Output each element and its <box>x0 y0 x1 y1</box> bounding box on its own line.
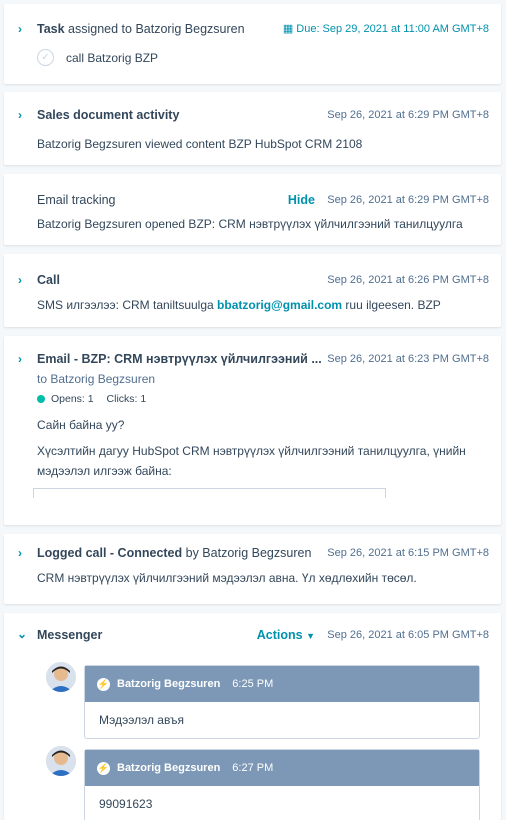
sales-timestamp: Sep 26, 2021 at 6:29 PM GMT+8 <box>327 109 489 121</box>
chevron-down-icon[interactable]: ⌄ <box>17 627 27 641</box>
opens-indicator <box>37 395 45 404</box>
avatar <box>46 662 76 692</box>
tracking-timestamp: Sep 26, 2021 at 6:29 PM GMT+8 <box>327 194 489 206</box>
logged-text: CRM нэвтрүүлэх үйлчилгээний мэдээлэл авн… <box>37 571 417 585</box>
chevron-right-icon[interactable]: › <box>18 22 28 36</box>
call-title: Call <box>37 273 60 287</box>
caret-down-icon: ▼ <box>306 631 315 641</box>
email-link[interactable]: bbatzorig@gmail.com <box>217 298 342 312</box>
message-header: ⚡ Batzorig Begzsuren 6:25 PM <box>85 666 479 702</box>
messenger-icon: ⚡ <box>97 677 110 691</box>
chevron-right-icon[interactable]: › <box>18 352 28 366</box>
logged-timestamp: Sep 26, 2021 at 6:15 PM GMT+8 <box>327 547 489 559</box>
chevron-right-icon[interactable]: › <box>18 273 28 287</box>
sales-title: Sales document activity <box>37 108 180 122</box>
hide-link[interactable]: Hide <box>288 193 315 207</box>
sales-text: Batzorig Begzsuren viewed content BZP Hu… <box>37 137 363 151</box>
complete-task-checkbox[interactable]: ✓ <box>37 49 54 66</box>
tracking-text: Batzorig Begzsuren opened BZP: CRM нэвтр… <box>37 217 463 231</box>
logged-call-card: › Logged call - Connected by Batzorig Be… <box>4 534 501 604</box>
call-text: SMS илгээлээ: CRM taniltsuulga bbatzorig… <box>37 298 441 312</box>
message-bubble: ⚡ Batzorig Begzsuren 6:27 PM 99091623 <box>84 749 480 820</box>
email-tracking-card: Email tracking Hide Sep 26, 2021 at 6:29… <box>4 174 501 245</box>
logged-title: Logged call - Connected by Batzorig Begz… <box>37 546 312 560</box>
email-line-3: мэдээлэл илгээж байна: <box>37 464 172 478</box>
task-text: call Batzorig BZP <box>66 51 159 65</box>
task-card: › Task assigned to Batzorig Begzsuren ▦ D… <box>4 4 501 84</box>
email-line-1: Сайн байна уу? <box>37 418 125 432</box>
email-title: Email - BZP: CRM нэвтрүүлэх үйлчилгээний… <box>37 352 322 366</box>
messenger-title: Messenger <box>37 628 103 642</box>
sales-document-card: › Sales document activity Sep 26, 2021 a… <box>4 92 501 165</box>
message-bubble: ⚡ Batzorig Begzsuren 6:25 PM Мэдээлэл ав… <box>84 665 480 739</box>
chevron-right-icon[interactable]: › <box>18 546 28 560</box>
message-header: ⚡ Batzorig Begzsuren 6:27 PM <box>85 750 479 786</box>
messenger-icon: ⚡ <box>97 761 110 775</box>
chevron-right-icon[interactable]: › <box>18 108 28 122</box>
email-line-2: Хүсэлтийн дагуу HubSpot CRM нэвтрүүлэх ү… <box>37 444 466 458</box>
actions-dropdown[interactable]: Actions ▼ <box>257 628 315 642</box>
message-text: 99091623 <box>99 797 153 811</box>
tracking-title: Email tracking <box>37 193 116 207</box>
email-preview-frame <box>33 488 386 498</box>
message-text: Мэдээлэл авъя <box>99 713 184 727</box>
email-recipient: to Batzorig Begzsuren <box>37 372 156 386</box>
call-timestamp: Sep 26, 2021 at 6:26 PM GMT+8 <box>327 274 489 286</box>
email-timestamp: Sep 26, 2021 at 6:23 PM GMT+8 <box>327 353 489 365</box>
task-due-date[interactable]: ▦ Due: Sep 29, 2021 at 11:00 AM GMT+8 <box>283 22 489 35</box>
calendar-icon: ▦ <box>282 23 294 35</box>
messenger-timestamp: Sep 26, 2021 at 6:05 PM GMT+8 <box>327 629 489 641</box>
avatar <box>46 746 76 776</box>
call-card: › Call Sep 26, 2021 at 6:26 PM GMT+8 SMS… <box>4 254 501 327</box>
email-stats: Opens: 1 Clicks: 1 <box>37 393 146 405</box>
task-title: Task assigned to Batzorig Begzsuren <box>37 22 245 36</box>
